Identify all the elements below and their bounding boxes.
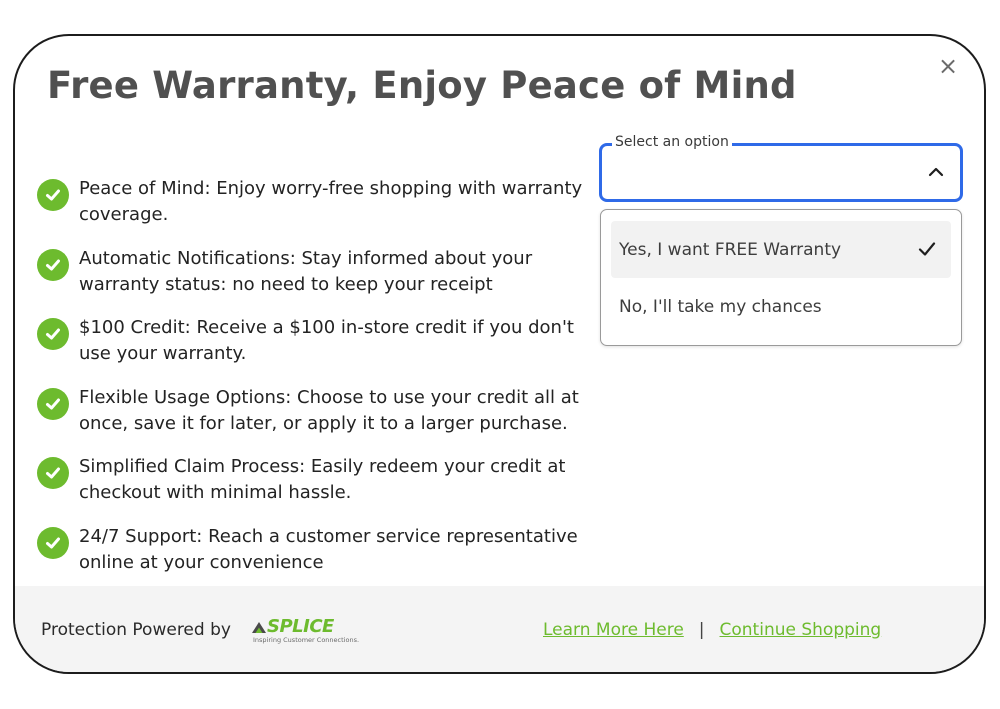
select-label: Select an option: [612, 134, 732, 150]
check-circle-icon: [37, 387, 69, 420]
warranty-select: Select an option Yes, I want FREE Warran…: [599, 134, 963, 346]
continue-shopping-link[interactable]: Continue Shopping: [720, 620, 882, 640]
chevron-up-icon[interactable]: [926, 162, 946, 182]
logo-tagline: Inspiring Customer Connections.: [253, 636, 360, 644]
check-circle-icon: [37, 318, 69, 350]
benefit-text: Automatic Notifications: Stay informed a…: [79, 247, 533, 295]
benefit-item: Automatic Notifications: Stay informed a…: [37, 246, 597, 316]
link-separator: |: [698, 620, 705, 640]
option-label: No, I'll take my chances: [619, 296, 822, 317]
powered-by-text: Protection Powered by: [41, 620, 231, 640]
benefit-text: Peace of Mind: Enjoy worry-free shopping…: [79, 178, 583, 225]
benefit-list: Peace of Mind: Enjoy worry-free shopping…: [37, 176, 597, 593]
benefit-item: 24/7 Support: Reach a customer service r…: [37, 524, 597, 594]
benefit-text: $100 Credit: Receive a $100 in-store cre…: [79, 317, 574, 364]
benefit-text: 24/7 Support: Reach a customer service r…: [79, 525, 578, 573]
splice-logo-icon: [252, 622, 266, 633]
footer-links: Learn More Here | Continue Shopping: [543, 620, 881, 640]
checkmark-icon: [918, 242, 936, 256]
check-circle-icon: [37, 248, 69, 281]
modal-footer: Protection Powered by SPLICE Inspiring C…: [15, 586, 984, 672]
check-circle-icon: [37, 526, 69, 559]
check-circle-icon: [37, 457, 69, 489]
option-label: Yes, I want FREE Warranty: [619, 239, 842, 260]
benefit-item: Flexible Usage Options: Choose to use yo…: [37, 385, 597, 455]
option-no-chances[interactable]: No, I'll take my chances: [611, 278, 951, 335]
benefit-item: $100 Credit: Receive a $100 in-store cre…: [37, 315, 597, 385]
warranty-modal: × Free Warranty, Enjoy Peace of Mind Pea…: [13, 34, 986, 674]
modal-title: Free Warranty, Enjoy Peace of Mind: [47, 64, 797, 107]
benefit-item: Simplified Claim Process: Easily redeem …: [37, 454, 597, 524]
close-icon[interactable]: ×: [934, 52, 962, 80]
check-circle-icon: [37, 179, 69, 211]
benefit-text: Flexible Usage Options: Choose to use yo…: [79, 386, 579, 434]
select-dropdown: Yes, I want FREE Warranty No, I'll take …: [600, 209, 962, 346]
logo-name: SPLICE: [267, 616, 334, 637]
benefit-text: Simplified Claim Process: Easily redeem …: [79, 456, 566, 503]
learn-more-link[interactable]: Learn More Here: [543, 620, 684, 640]
select-field[interactable]: Select an option: [599, 134, 963, 202]
option-yes-warranty[interactable]: Yes, I want FREE Warranty: [611, 221, 951, 278]
benefit-item: Peace of Mind: Enjoy worry-free shopping…: [37, 176, 597, 246]
splice-logo: SPLICE Inspiring Customer Connections.: [251, 616, 363, 644]
